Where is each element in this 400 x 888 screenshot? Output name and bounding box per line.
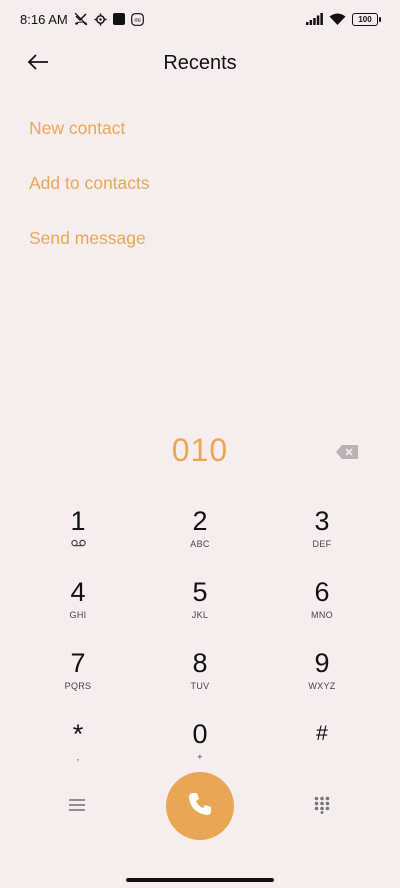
add-to-contacts-option[interactable]: Add to contacts [29,165,150,220]
call-button[interactable] [166,772,234,840]
key-digit: 6 [314,577,330,607]
key-2[interactable]: 2 ABC [139,500,261,571]
menu-icon [69,798,85,817]
key-letters: JKL [191,610,209,620]
key-8[interactable]: 8 TUV [139,642,261,713]
status-time: 8:16 AM [20,11,68,27]
dialer-screen: 8:16 AM mi 100 Recents New contact Add t… [0,0,400,888]
key-letters: TUV [190,681,210,691]
square-app-icon [112,13,125,25]
key-letters: DEF [312,539,332,549]
header: Recents [0,40,400,90]
key-4[interactable]: 4 GHI [17,571,139,642]
home-indicator[interactable] [126,878,274,882]
key-letters: WXYZ [308,681,336,691]
key-5[interactable]: 5 JKL [139,571,261,642]
settings-gear-icon [94,12,107,26]
key-letters: PQRS [64,681,92,691]
key-6[interactable]: 6 MNO [261,571,383,642]
key-digit: 3 [314,506,330,536]
send-message-option[interactable]: Send message [29,220,150,275]
key-digit: 1 [70,506,86,536]
key-letters: MNO [311,610,333,620]
status-right: 100 [306,12,381,26]
missed-call-icon [74,12,88,26]
backspace-icon [336,444,358,464]
key-3[interactable]: 3 DEF [261,500,383,571]
key-digit: # [316,722,328,745]
dialpad-toggle-button[interactable] [309,794,335,820]
key-digit: 8 [192,648,208,678]
menu-button[interactable] [64,794,90,820]
battery-icon: 100 [352,12,381,26]
key-9[interactable]: 9 WXYZ [261,642,383,713]
bottom-bar [0,772,400,842]
phone-icon [186,790,214,823]
svg-text:mi: mi [134,18,140,24]
dialpad-icon [314,796,330,819]
key-digit: 5 [192,577,208,607]
status-bar: 8:16 AM mi 100 [0,0,400,38]
status-left: 8:16 AM mi [20,12,144,27]
dialpad: 1 2 ABC 3 DEF 4 GHI 5 JKL 6 MNO 7 PQRS 8… [17,500,383,784]
number-options-list: New contact Add to contacts Send message [29,110,150,275]
wifi-icon [329,13,346,26]
new-contact-option[interactable]: New contact [29,110,150,165]
key-digit: 9 [314,648,330,678]
key-digit: * [72,719,84,749]
key-letters: ABC [190,539,210,549]
backspace-button[interactable] [334,444,360,464]
voicemail-icon [70,539,86,550]
signal-icon [306,13,323,25]
key-digit: 2 [192,506,208,536]
key-1[interactable]: 1 [17,500,139,571]
key-letters: + [197,752,203,762]
key-digit: 4 [70,577,86,607]
key-digit: 0 [192,719,208,749]
key-7[interactable]: 7 PQRS [17,642,139,713]
mi-icon: mi [130,12,144,26]
key-letters: , [76,752,80,762]
key-letters: GHI [69,610,87,620]
page-title: Recents [163,52,237,74]
key-digit: 7 [70,648,86,678]
